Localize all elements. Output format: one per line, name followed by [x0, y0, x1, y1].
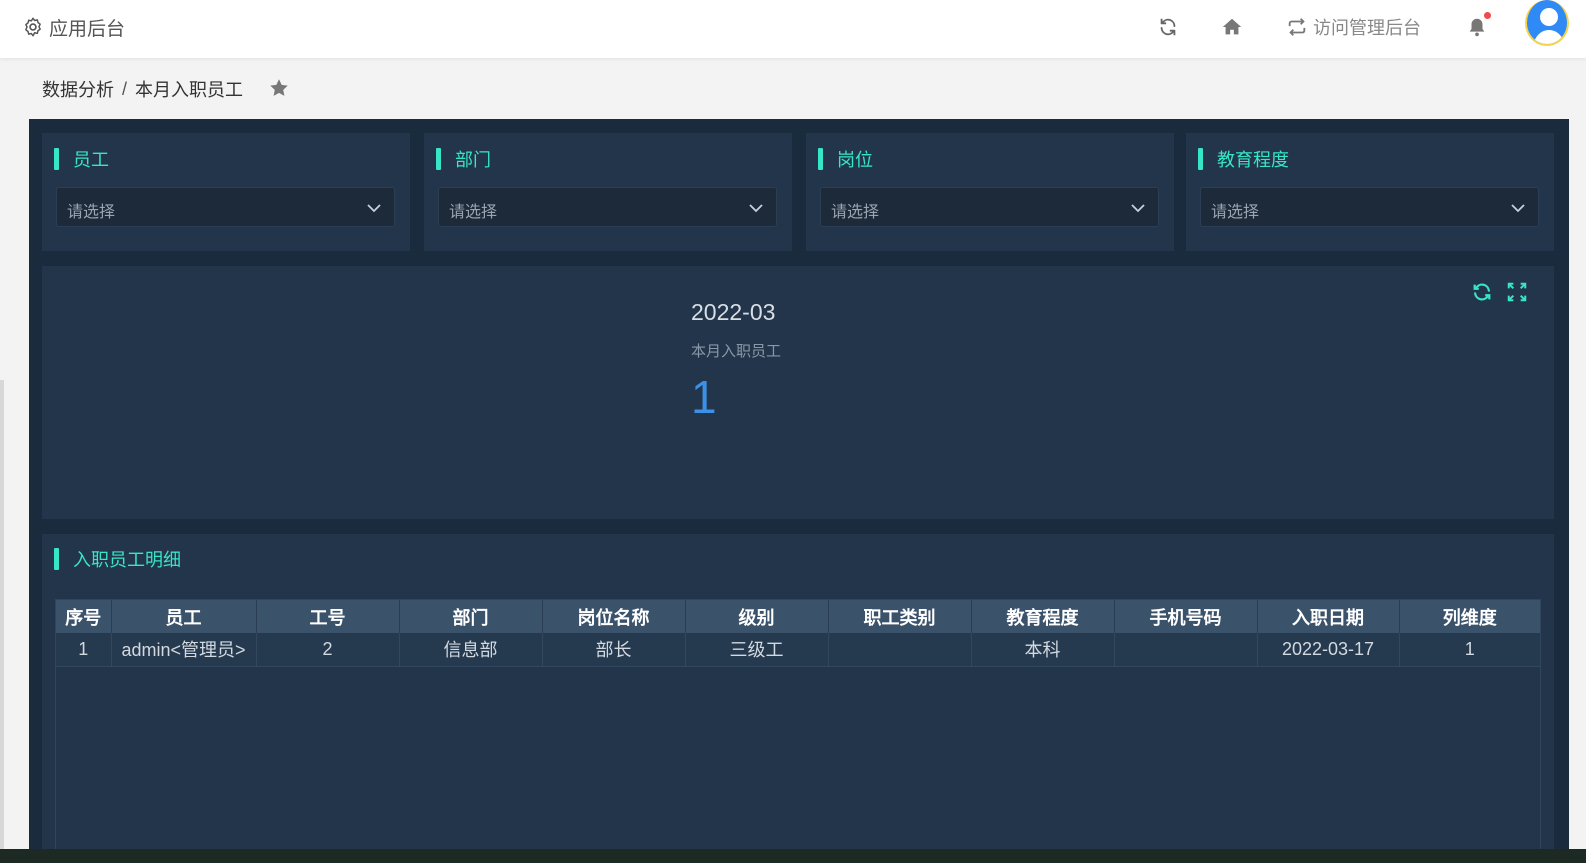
stat-panel: 2022-03 本月入职员工 1	[42, 266, 1554, 519]
chevron-down-icon	[367, 204, 381, 213]
star-icon[interactable]	[268, 77, 290, 104]
table-cell: 2	[256, 633, 400, 667]
filter-label: 岗位	[837, 150, 873, 170]
app-title-text: 应用后台	[49, 18, 126, 40]
select-placeholder: 请选择	[67, 204, 116, 221]
bottom-strip	[0, 849, 1586, 863]
column-header[interactable]: 员工	[111, 600, 257, 633]
breadcrumb-separator: /	[122, 78, 128, 99]
filter-label: 员工	[73, 150, 109, 170]
column-header[interactable]: 教育程度	[971, 600, 1115, 633]
filter-title: 部门	[436, 147, 491, 171]
column-header[interactable]: 入职日期	[1257, 600, 1400, 633]
employee-select[interactable]: 请选择	[56, 187, 395, 227]
position-select[interactable]: 请选择	[820, 187, 1159, 227]
table-cell: admin<管理员>	[111, 633, 257, 667]
chevron-down-icon	[749, 204, 763, 213]
column-header[interactable]: 级别	[685, 600, 829, 633]
notification-dot	[1484, 12, 1491, 19]
column-header[interactable]: 岗位名称	[542, 600, 686, 633]
select-placeholder: 请选择	[831, 204, 880, 221]
filter-label: 部门	[455, 150, 491, 170]
filter-card-education: 教育程度 请选择	[1186, 133, 1554, 251]
stat-date: 2022-03	[691, 299, 776, 325]
column-header[interactable]: 工号	[256, 600, 400, 633]
education-select[interactable]: 请选择	[1200, 187, 1539, 227]
table-cell: 部长	[542, 633, 686, 667]
filter-title: 教育程度	[1198, 147, 1289, 171]
filter-title: 岗位	[818, 147, 873, 171]
detail-table: 序号 员工 工号 部门 岗位名称 级别 职工类别 教育程度 手机号码 入职日期 …	[56, 600, 1540, 667]
table-cell: 2022-03-17	[1257, 633, 1400, 667]
app-title[interactable]: 应用后台	[22, 14, 125, 40]
detail-title: 入职员工明细	[54, 547, 181, 571]
filter-card-employee: 员工 请选择	[42, 133, 410, 251]
table-row[interactable]: 1 admin<管理员> 2 信息部 部长 三级工 本科 2022-03-17 …	[56, 633, 1540, 667]
settings-icon	[25, 17, 41, 37]
stat-value: 1	[691, 371, 717, 423]
chevron-down-icon	[1511, 204, 1525, 213]
table-cell: 本科	[971, 633, 1115, 667]
top-header: 应用后台 访问管理后台	[0, 0, 1586, 58]
table-cell: 1	[56, 633, 112, 667]
column-header[interactable]: 职工类别	[828, 600, 972, 633]
detail-panel: 入职员工明细 序号 员工 工号 部门 岗位名称 级别 职工类别 教育程度 手机号…	[42, 534, 1554, 863]
refresh-icon[interactable]	[1470, 280, 1494, 304]
breadcrumb-item-data-analysis[interactable]: 数据分析	[42, 76, 114, 102]
visit-admin-link[interactable]: 访问管理后台	[1285, 14, 1421, 40]
home-icon[interactable]	[1220, 15, 1244, 39]
select-placeholder: 请选择	[449, 204, 498, 221]
column-header[interactable]: 列维度	[1399, 600, 1540, 633]
stat-label: 本月入职员工	[691, 343, 782, 360]
filter-card-department: 部门 请选择	[424, 133, 792, 251]
detail-title-text: 入职员工明细	[73, 550, 181, 570]
switch-icon	[1288, 18, 1306, 36]
table-header-row: 序号 员工 工号 部门 岗位名称 级别 职工类别 教育程度 手机号码 入职日期 …	[56, 600, 1540, 633]
table-cell: 三级工	[685, 633, 829, 667]
department-select[interactable]: 请选择	[438, 187, 777, 227]
breadcrumb: 数据分析 / 本月入职员工	[42, 76, 243, 102]
avatar[interactable]	[1525, 0, 1569, 46]
filter-label: 教育程度	[1217, 150, 1289, 170]
visit-admin-label: 访问管理后台	[1313, 18, 1421, 38]
fullscreen-icon[interactable]	[1505, 280, 1529, 304]
table-cell	[828, 633, 972, 667]
table-cell: 信息部	[399, 633, 543, 667]
filter-title: 员工	[54, 147, 109, 171]
filter-card-position: 岗位 请选择	[806, 133, 1174, 251]
column-header[interactable]: 部门	[399, 600, 543, 633]
refresh-icon[interactable]	[1156, 15, 1180, 39]
bell-icon[interactable]	[1465, 12, 1491, 39]
table-cell	[1114, 633, 1258, 667]
select-placeholder: 请选择	[1211, 204, 1260, 221]
breadcrumb-item-current: 本月入职员工	[135, 80, 244, 100]
left-edge-divider	[0, 380, 4, 863]
chevron-down-icon	[1131, 204, 1145, 213]
column-header[interactable]: 序号	[56, 600, 112, 633]
column-header[interactable]: 手机号码	[1114, 600, 1258, 633]
detail-table-wrapper: 序号 员工 工号 部门 岗位名称 级别 职工类别 教育程度 手机号码 入职日期 …	[55, 599, 1541, 863]
table-cell: 1	[1399, 633, 1540, 667]
